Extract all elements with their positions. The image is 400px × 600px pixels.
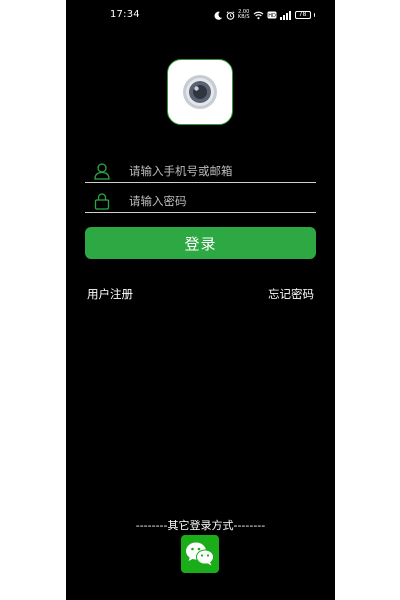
other-login-label: --------其它登录方式-------- bbox=[135, 519, 266, 532]
svg-text:HD: HD bbox=[268, 13, 276, 19]
status-bar-icons: 2.00 KB/S HD 78 bbox=[214, 9, 315, 21]
password-input[interactable] bbox=[129, 192, 309, 210]
network-speed-unit: KB/S bbox=[237, 14, 250, 20]
hd-icon: HD bbox=[267, 11, 276, 19]
lock-icon bbox=[94, 193, 110, 210]
register-link[interactable]: 用户注册 bbox=[87, 286, 133, 302]
moon-icon bbox=[214, 11, 223, 20]
status-time: 17:34 bbox=[110, 9, 140, 20]
wechat-login-button[interactable] bbox=[181, 535, 219, 573]
battery-cap bbox=[313, 13, 315, 17]
alarm-icon bbox=[226, 10, 235, 20]
wechat-icon bbox=[186, 542, 214, 566]
wifi-icon bbox=[253, 11, 263, 19]
password-field bbox=[85, 188, 316, 213]
app-logo bbox=[167, 59, 233, 125]
camera-icon bbox=[183, 75, 217, 109]
signal-icon bbox=[279, 10, 291, 20]
login-button[interactable]: 登录 bbox=[85, 227, 316, 259]
forgot-password-link[interactable]: 忘记密码 bbox=[268, 286, 314, 302]
username-field bbox=[85, 158, 316, 183]
network-speed: 2.00 KB/S bbox=[238, 10, 250, 20]
battery-icon: 78 bbox=[294, 11, 311, 19]
login-screen: 17:34 2.00 KB/S HD 78 请输入手机号或邮箱 登录 用户注册 … bbox=[66, 0, 335, 600]
username-input[interactable] bbox=[129, 162, 309, 180]
user-icon bbox=[94, 163, 110, 180]
